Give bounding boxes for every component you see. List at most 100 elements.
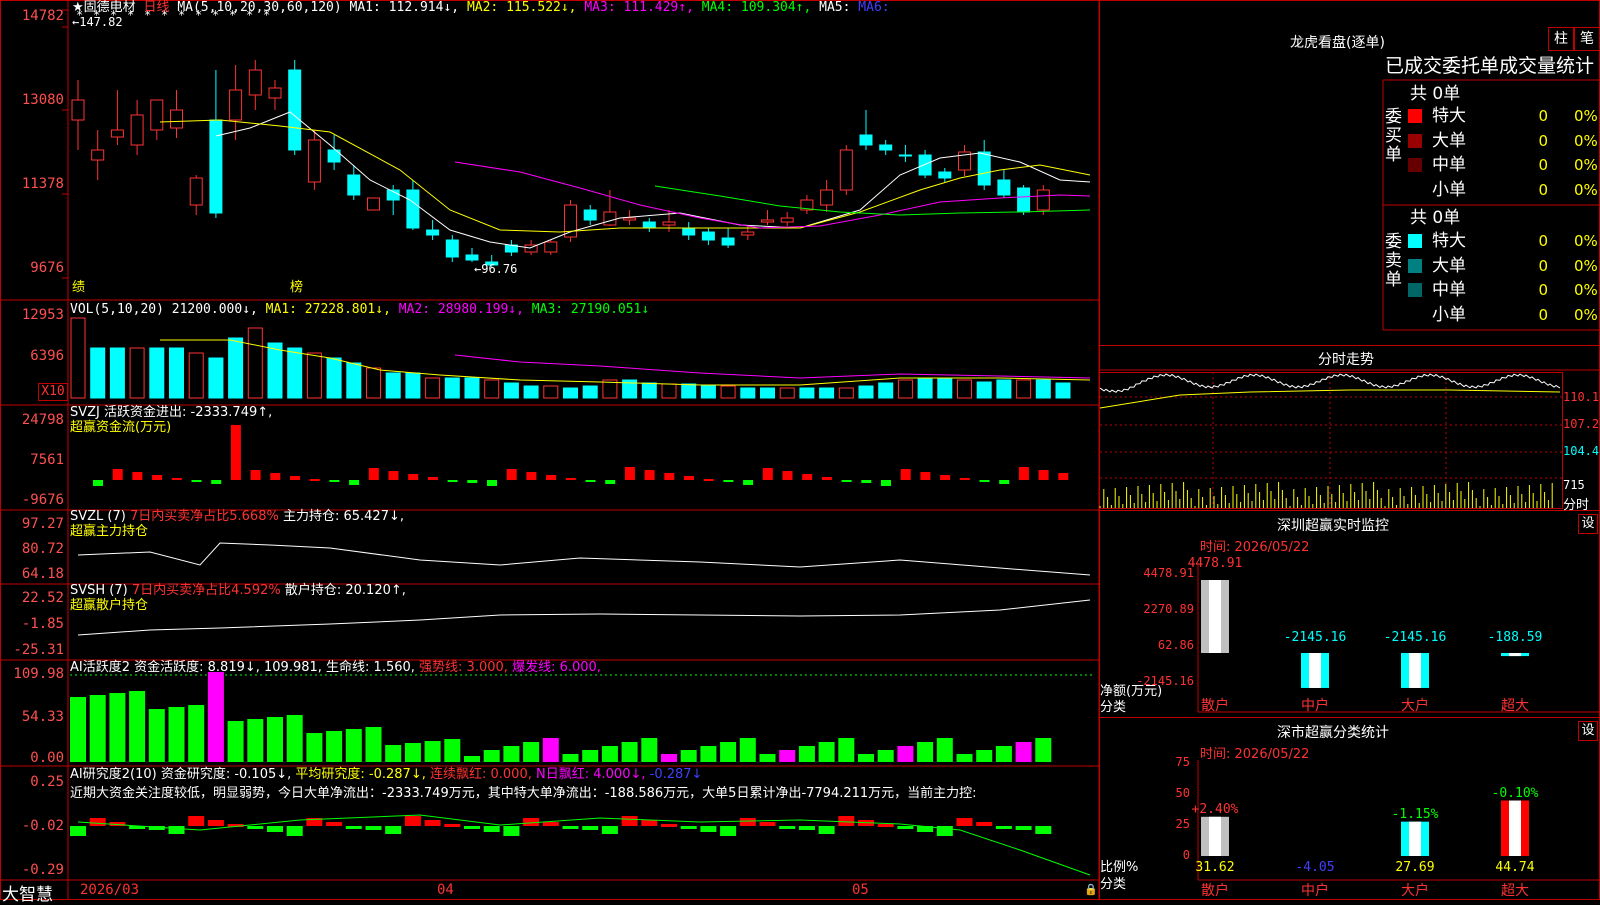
period-label[interactable]: 日线 [143,0,169,15]
fund-flow-bar [408,474,419,480]
candle-body [367,197,380,211]
candle-body [406,189,420,229]
activity-bar [838,738,855,762]
volume-bar [523,385,539,399]
class-bar-label: 大户 [1401,883,1429,899]
order-pct: 0% [1574,131,1598,150]
candle-body [682,227,696,236]
svzl-title: SVZL (7) [70,509,126,524]
candle-body [780,217,794,223]
activity-bar [1035,738,1052,762]
class-bar-value: 31.62 [1195,860,1235,875]
research-bar [838,816,855,826]
svsh-hold: 散户持仓: 20.120↑, [284,583,406,598]
research-bar [641,820,658,826]
tag-bang[interactable]: 榜 [290,280,303,295]
svzj-axis-label: 24798 [21,412,64,428]
volume-bar [109,347,125,399]
class-bar-delta: +2.40% [1191,801,1239,817]
svzl-hold: 主力持仓: 65.427↓, [282,509,404,524]
activity-bar [858,754,874,762]
candle-body [642,221,656,229]
activity-bar [759,754,776,762]
intraday-axis-label: 110.1 [1563,390,1600,404]
intraday-axis-label: 107.2 [1563,417,1600,431]
color-swatch [1408,158,1422,172]
volume-bar [444,377,460,399]
ma1-value: MA1: 112.914↓, [349,0,460,15]
class-bar-highlight [1509,800,1521,856]
activity-bar [601,746,618,762]
monitor-bar-label: 大户 [1401,698,1429,714]
volume-bar [819,387,835,399]
ai-research-axis-label: -0.29 [21,862,64,878]
activity-bar [621,742,638,762]
candle-body [445,239,459,258]
candle-body [71,99,85,121]
monitor-bar-highlight [1209,580,1221,653]
fund-flow-bar [152,475,163,480]
intraday-title: 分时走势 [1318,352,1374,368]
tag-ji[interactable]: 绩 [72,280,85,295]
volume-bar [306,352,322,399]
candle-body [248,69,262,96]
vol-title: VOL(5,10,20) [70,302,164,317]
fund-flow-bar [250,470,261,480]
tab-tick-view[interactable]: 笔 [1574,27,1600,51]
fund-flow-bar [644,470,655,480]
order-stat-row: 中单 0 0% [1408,278,1600,302]
volume-bar [366,367,381,399]
date-tick: 2026/03 [80,882,140,898]
volume-bar [917,377,933,399]
ai-active-burst: 爆发线: 6.000, [512,660,601,675]
fund-flow-bar [1038,470,1049,480]
research-bar [424,820,441,826]
order-stat-row: 小单 0 0% [1408,303,1600,327]
svzl-axis-label: 80.72 [21,541,64,557]
candle-body [110,129,124,138]
order-pct: 0% [1574,256,1598,275]
fund-flow-bar [290,476,300,480]
ma3-value: MA3: 111.429↑, [584,0,694,15]
fund-flow-bar [881,480,891,486]
order-count: 0 [1538,305,1548,324]
lock-icon[interactable]: 🔒 [1084,883,1098,896]
activity-bar [326,731,343,762]
candle-body [170,109,183,129]
volume-bar [228,337,244,399]
svzl-ratio: 7日内买卖净占比5.668% [129,509,279,524]
research-bar [404,816,421,826]
research-bar [1015,826,1032,830]
fund-flow-bar [861,480,872,483]
order-count: 0 [1538,180,1548,199]
sz-class-settings-button[interactable]: 设 [1578,721,1598,741]
sz-class-axis-label: 25 [1175,817,1190,831]
activity-bar [503,746,520,762]
ai-active-axis-label: 0.00 [30,750,64,766]
tab-bar-view[interactable]: 柱 [1548,27,1574,51]
svsh-line [77,599,1091,636]
class-bar-delta: -0.10% [1491,785,1539,801]
sz-monitor-settings-button[interactable]: 设 [1578,514,1598,534]
color-swatch [1408,283,1422,297]
svzl-subtitle: 超赢主力持仓 [70,524,149,539]
fund-flow-bar [703,479,714,481]
order-stat-row: 小单 0 0% [1408,178,1600,202]
activity-bar [720,742,737,762]
fund-flow-bar [270,473,281,480]
order-stat-row: 特大 0 0% [1408,104,1600,128]
activity-bar [188,705,205,762]
fund-flow-bar [427,477,438,480]
chart-canvas[interactable]: * * * * * * * * * * * * [0,0,1600,900]
fund-flow-bar [230,425,241,480]
candle-body [761,219,774,223]
intraday-plot-frame [1099,372,1563,509]
activity-bar [641,738,658,762]
activity-bar [148,709,165,762]
volume-bar [188,352,204,399]
order-pct: 0% [1574,156,1598,174]
fund-flow-bar [585,480,596,482]
price-axis-label: 11378 [21,176,64,192]
sz-class-axis-label: 75 [1175,755,1190,769]
research-bar [818,826,835,834]
